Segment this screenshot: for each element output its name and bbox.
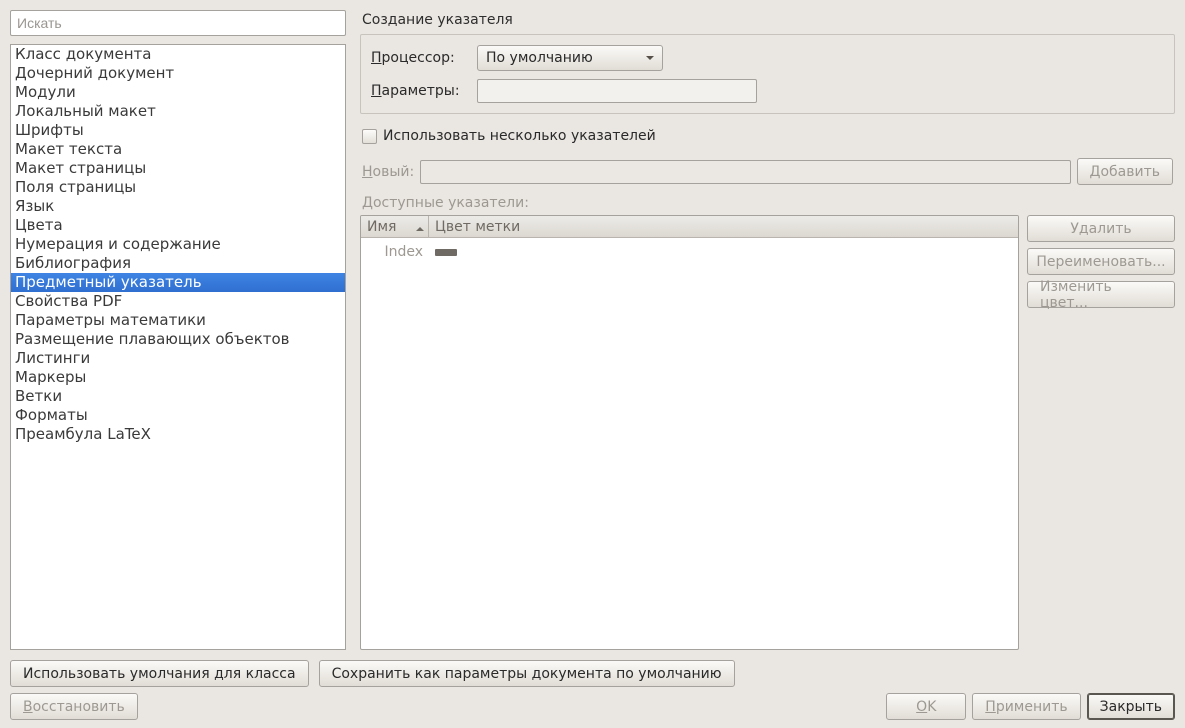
index-color-cell — [429, 244, 463, 260]
category-item[interactable]: Поля страницы — [11, 178, 345, 197]
category-list[interactable]: Класс документаДочерний документМодулиЛо… — [10, 44, 346, 650]
use-class-defaults-button[interactable]: Использовать умолчания для класса — [10, 660, 309, 687]
new-index-input — [420, 160, 1070, 184]
params-label: Параметры: — [371, 83, 477, 99]
category-item[interactable]: Свойства PDF — [11, 292, 345, 311]
save-as-defaults-button[interactable]: Сохранить как параметры документа по умо… — [319, 660, 735, 687]
indexes-table-header: Имя Цвет метки — [361, 216, 1018, 238]
apply-button: Применить — [972, 693, 1080, 720]
restore-button: Восстановить — [10, 693, 138, 720]
section-title: Создание указателя — [360, 10, 1175, 34]
category-item[interactable]: Макет страницы — [11, 159, 345, 178]
add-button: Добавить — [1077, 158, 1173, 185]
dialog-button-row: Восстановить OK Применить Закрыть — [10, 693, 1175, 720]
left-panel: Класс документаДочерний документМодулиЛо… — [10, 10, 346, 650]
category-item[interactable]: Шрифты — [11, 121, 345, 140]
available-indexes-label: Доступные указатели: — [360, 195, 1175, 211]
col-color-header[interactable]: Цвет метки — [429, 216, 1018, 237]
new-index-label: Новый: — [362, 164, 414, 180]
params-input[interactable] — [477, 79, 757, 103]
params-row: Параметры: — [371, 79, 1164, 103]
settings-dialog: Класс документаДочерний документМодулиЛо… — [0, 0, 1185, 728]
new-index-row: Новый: Добавить — [360, 158, 1175, 185]
change-color-button: Изменить цвет... — [1027, 281, 1175, 308]
category-item[interactable]: Макет текста — [11, 140, 345, 159]
category-item[interactable]: Маркеры — [11, 368, 345, 387]
category-item[interactable]: Класс документа — [11, 45, 345, 64]
category-item[interactable]: Библиография — [11, 254, 345, 273]
table-row[interactable]: Index — [361, 242, 1018, 262]
col-name-header[interactable]: Имя — [361, 216, 429, 237]
defaults-button-row: Использовать умолчания для класса Сохран… — [10, 660, 1175, 687]
processor-value: По умолчанию — [486, 50, 593, 66]
category-item[interactable]: Форматы — [11, 406, 345, 425]
indexes-area: Имя Цвет метки Index Удалить Переименова… — [360, 215, 1175, 650]
ok-button: OK — [886, 693, 966, 720]
sort-ascending-icon — [416, 223, 424, 231]
processor-row: Процессор: По умолчанию — [371, 45, 1164, 71]
multiple-indexes-checkbox[interactable] — [362, 129, 377, 144]
category-item[interactable]: Предметный указатель — [11, 273, 345, 292]
rename-button: Переименовать... — [1027, 248, 1175, 275]
category-item[interactable]: Размещение плавающих объектов — [11, 330, 345, 349]
category-item[interactable]: Параметры математики — [11, 311, 345, 330]
category-item[interactable]: Цвета — [11, 216, 345, 235]
category-item[interactable]: Листинги — [11, 349, 345, 368]
category-item[interactable]: Дочерний документ — [11, 64, 345, 83]
category-item[interactable]: Нумерация и содержание — [11, 235, 345, 254]
processor-label: Процессор: — [371, 50, 477, 66]
category-item[interactable]: Ветки — [11, 387, 345, 406]
close-button[interactable]: Закрыть — [1087, 693, 1175, 720]
indexes-side-buttons: Удалить Переименовать... Изменить цвет..… — [1027, 215, 1175, 650]
multiple-indexes-row[interactable]: Использовать несколько указателей — [360, 128, 1175, 144]
right-panel: Создание указателя Процессор: По умолчан… — [360, 10, 1175, 650]
processor-combo[interactable]: По умолчанию — [477, 45, 663, 71]
category-item[interactable]: Локальный макет — [11, 102, 345, 121]
category-item[interactable]: Модули — [11, 83, 345, 102]
multiple-indexes-label: Использовать несколько указателей — [383, 128, 656, 144]
top-area: Класс документаДочерний документМодулиЛо… — [10, 10, 1175, 650]
indexes-table[interactable]: Имя Цвет метки Index — [360, 215, 1019, 650]
category-item[interactable]: Преамбула LaTeX — [11, 425, 345, 444]
color-swatch-icon — [435, 249, 457, 256]
index-generation-group: Процессор: По умолчанию Параметры: — [360, 34, 1175, 114]
indexes-table-body: Index — [361, 238, 1018, 649]
index-name-cell: Index — [361, 244, 429, 260]
search-input[interactable] — [10, 10, 346, 36]
delete-button: Удалить — [1027, 215, 1175, 242]
category-item[interactable]: Язык — [11, 197, 345, 216]
